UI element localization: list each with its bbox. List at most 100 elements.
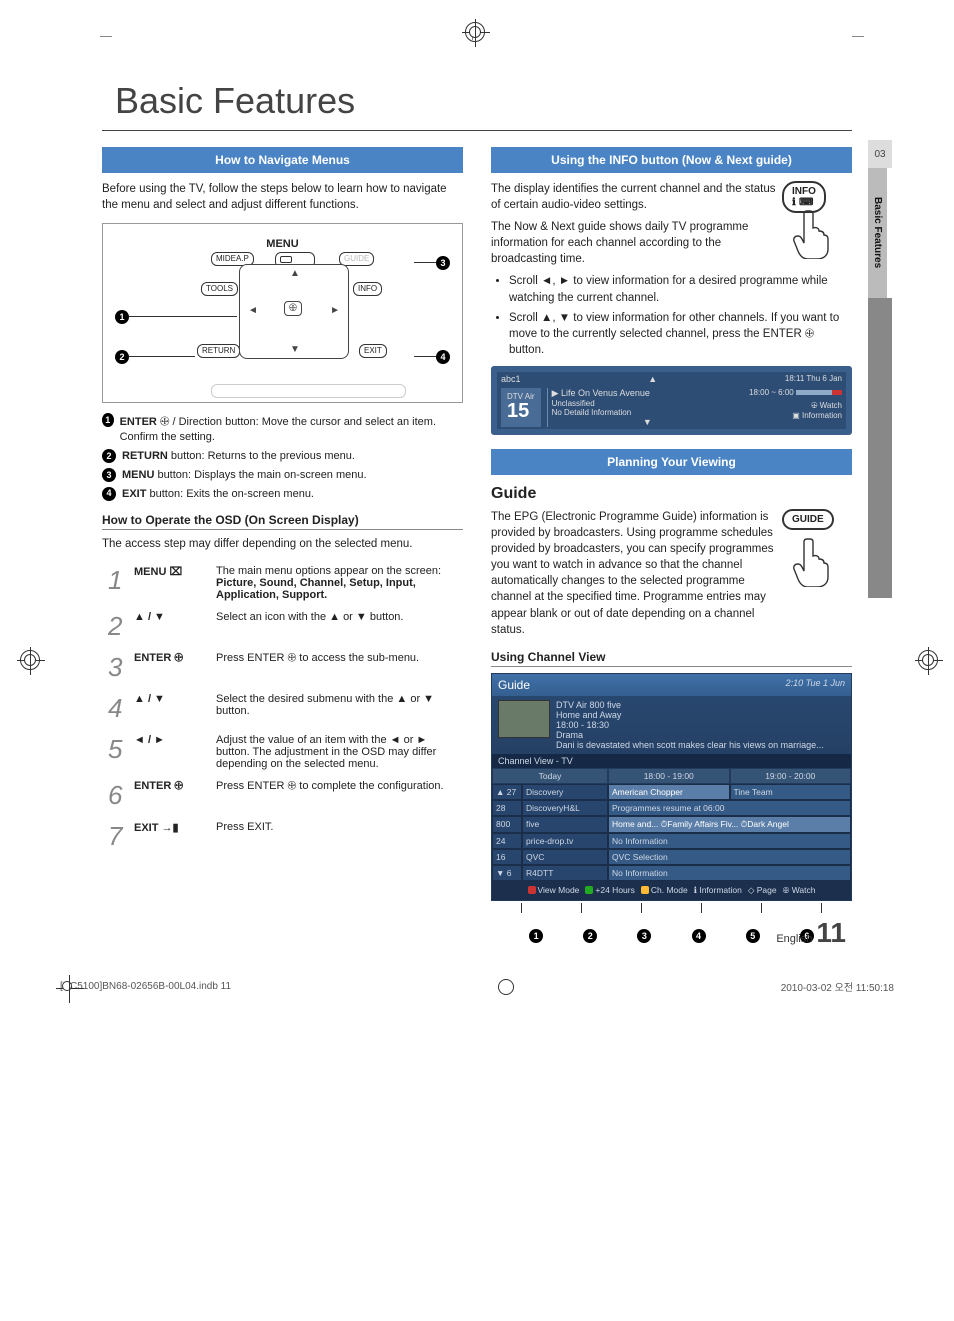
section-info-button: Using the INFO button (Now & Next guide) [491, 147, 852, 173]
osd-heading: How to Operate the OSD (On Screen Displa… [102, 513, 463, 527]
using-channel-view-h: Using Channel View [491, 650, 852, 664]
remote-callout-4: 4 [436, 350, 450, 364]
info-bullet: Scroll ▲, ▼ to view information for othe… [509, 310, 852, 358]
osd-row: 3ENTER 🕀Press ENTER 🕀 to access the sub-… [104, 648, 461, 687]
osd-steps-table: 1 MENU ⌧ The main menu options appear on… [102, 559, 463, 858]
gui-row: 28DiscoveryH&LProgrammes resume at 06:00 [492, 800, 851, 816]
footer-file: [UC5100]BN68-02656B-00L04.indb 11 [60, 981, 231, 992]
remote-btn-exit: EXIT [359, 344, 387, 358]
remote-diagram: MENU MIDEA.P GUIDE TOOLS INFO RETURN EXI… [102, 223, 463, 403]
gui-ch-num: 24 [492, 833, 522, 849]
callout-line [414, 262, 436, 263]
gui-row: 24price-drop.tvNo Information [492, 833, 851, 849]
info-button-illustration: INFOℹ ⌨ [782, 181, 852, 261]
title-rule [102, 130, 852, 131]
osd-step-num: 5 [104, 730, 128, 774]
callout-num: 1 [529, 929, 543, 943]
remote-menu-label: MENU [113, 238, 452, 250]
remote-faded-row [211, 384, 406, 398]
osd-step-key: EXIT →▮ [130, 817, 210, 856]
gui-ch-name: five [522, 816, 608, 833]
nn-class: Unclassified [552, 399, 743, 408]
gui-thumbnail [498, 700, 550, 738]
print-footer: [UC5100]BN68-02656B-00L04.indb 11 2010-0… [60, 979, 894, 995]
osd-step-desc: Press ENTER 🕀 to access the sub-menu. [212, 648, 461, 687]
remote-callout-2: 2 [115, 350, 129, 364]
gui-ch-name: price-drop.tv [522, 833, 608, 849]
using-rule [491, 666, 852, 667]
gui-ch-name: DiscoveryH&L [522, 800, 608, 816]
gui-col: Today [492, 768, 608, 784]
osd-note: The access step may differ depending on … [102, 536, 463, 552]
gui-info-line: DTV Air 800 five [556, 700, 845, 710]
gui-info-line: Home and Away [556, 710, 845, 720]
gui-ch-num: 16 [492, 849, 522, 865]
osd-row: 5◄ / ►Adjust the value of an item with t… [104, 730, 461, 774]
guide-button-label: GUIDE [782, 509, 834, 530]
callout-num: 5 [746, 929, 760, 943]
gui-prog: Programmes resume at 06:00 [608, 800, 851, 816]
nn-channel-num: 15 [507, 401, 535, 421]
osd-step-desc: Press ENTER 🕀 to complete the configurat… [212, 776, 461, 815]
gui-prog: Tine Team [730, 784, 852, 800]
remote-btn-return: RETURN [197, 344, 240, 358]
osd-step-num: 4 [104, 689, 128, 728]
gui-row: ▼ 6R4DTTNo Information [492, 865, 851, 881]
callout-num: 3 [637, 929, 651, 943]
gui-ch-name: Discovery [522, 784, 608, 800]
osd-step-key: ▲ / ▼ [130, 607, 210, 646]
gui-col: 19:00 - 20:00 [730, 768, 852, 784]
gui-footer: View Mode +24 Hours Ch. Mode ℹ Informati… [492, 881, 851, 900]
callout-num: 4 [692, 929, 706, 943]
remote-btn-info: INFO [353, 282, 382, 296]
gui-ch-name: R4DTT [522, 865, 608, 881]
footer-date: 2010-03-02 오전 11:50:18 [781, 979, 894, 994]
section-planning: Planning Your Viewing [491, 449, 852, 475]
gui-view-label: Channel View - TV [492, 754, 851, 768]
gui-ch-num: 800 [492, 816, 522, 833]
legend-num: 1 [102, 413, 114, 427]
osd-step-key: ENTER 🕀 [130, 648, 210, 687]
callout-num: 2 [583, 929, 597, 943]
legend-num: 4 [102, 487, 116, 501]
callout-line [414, 356, 436, 357]
osd-row: 6ENTER 🕀Press ENTER 🕀 to complete the co… [104, 776, 461, 815]
nn-timespan: 18:00 ~ 6:00 [749, 388, 794, 397]
nn-nodetail: No Detaild Information [552, 408, 743, 417]
gui-prog: Home and... ⏱Family Affairs Fiv... ⏱Dark… [608, 816, 851, 833]
callout-line [129, 356, 195, 357]
nn-abc: abc1 [501, 374, 521, 384]
guide-button-illustration: GUIDE [782, 509, 852, 589]
gui-ch-name: QVC [522, 849, 608, 865]
osd-step-desc: Select an icon with the ▲ or ▼ button. [212, 607, 461, 646]
legend-num: 2 [102, 449, 116, 463]
osd-step-num: 2 [104, 607, 128, 646]
osd-step-key: MENU ⌧ [130, 561, 210, 605]
remote-callout-3: 3 [436, 256, 450, 270]
gui-prog: QVC Selection [608, 849, 851, 865]
osd-step-num: 7 [104, 817, 128, 856]
nn-programme: ▶ Life On Venus Avenue [552, 388, 743, 399]
osd-rule [102, 529, 463, 530]
remote-dpad: ▲ ▼ ◄ ► 🕀 [239, 264, 349, 359]
hand-icon [790, 209, 834, 259]
gui-rows: ▲ 27DiscoveryAmerican ChopperTine Team 2… [492, 784, 851, 881]
osd-step-key: ENTER 🕀 [130, 776, 210, 815]
callout-line [129, 316, 237, 317]
nn-info: Information [802, 411, 842, 420]
page-number: English11 [776, 917, 846, 949]
osd-step-num: 1 [104, 561, 128, 605]
gui-row: 16QVCQVC Selection [492, 849, 851, 865]
guide-screenshot: Guide 2:10 Tue 1 Jun DTV Air 800 five Ho… [491, 673, 852, 901]
remote-callout-1: 1 [115, 310, 129, 324]
osd-row: 4▲ / ▼Select the desired submenu with th… [104, 689, 461, 728]
osd-step-desc: Press EXIT. [212, 817, 461, 856]
nn-clock: 18:11 Thu 6 Jan [785, 374, 842, 383]
guide-heading: Guide [491, 485, 852, 503]
gui-info-line: Drama [556, 730, 845, 740]
osd-step-desc: Select the desired submenu with the ▲ or… [212, 689, 461, 728]
now-next-preview: abc1 ▲ 18:11 Thu 6 Jan DTV Air 15 ▶ Life… [491, 366, 852, 435]
gui-ch-num: ▼ 6 [492, 865, 522, 881]
gui-prog: No Information [608, 833, 851, 849]
osd-step-num: 6 [104, 776, 128, 815]
